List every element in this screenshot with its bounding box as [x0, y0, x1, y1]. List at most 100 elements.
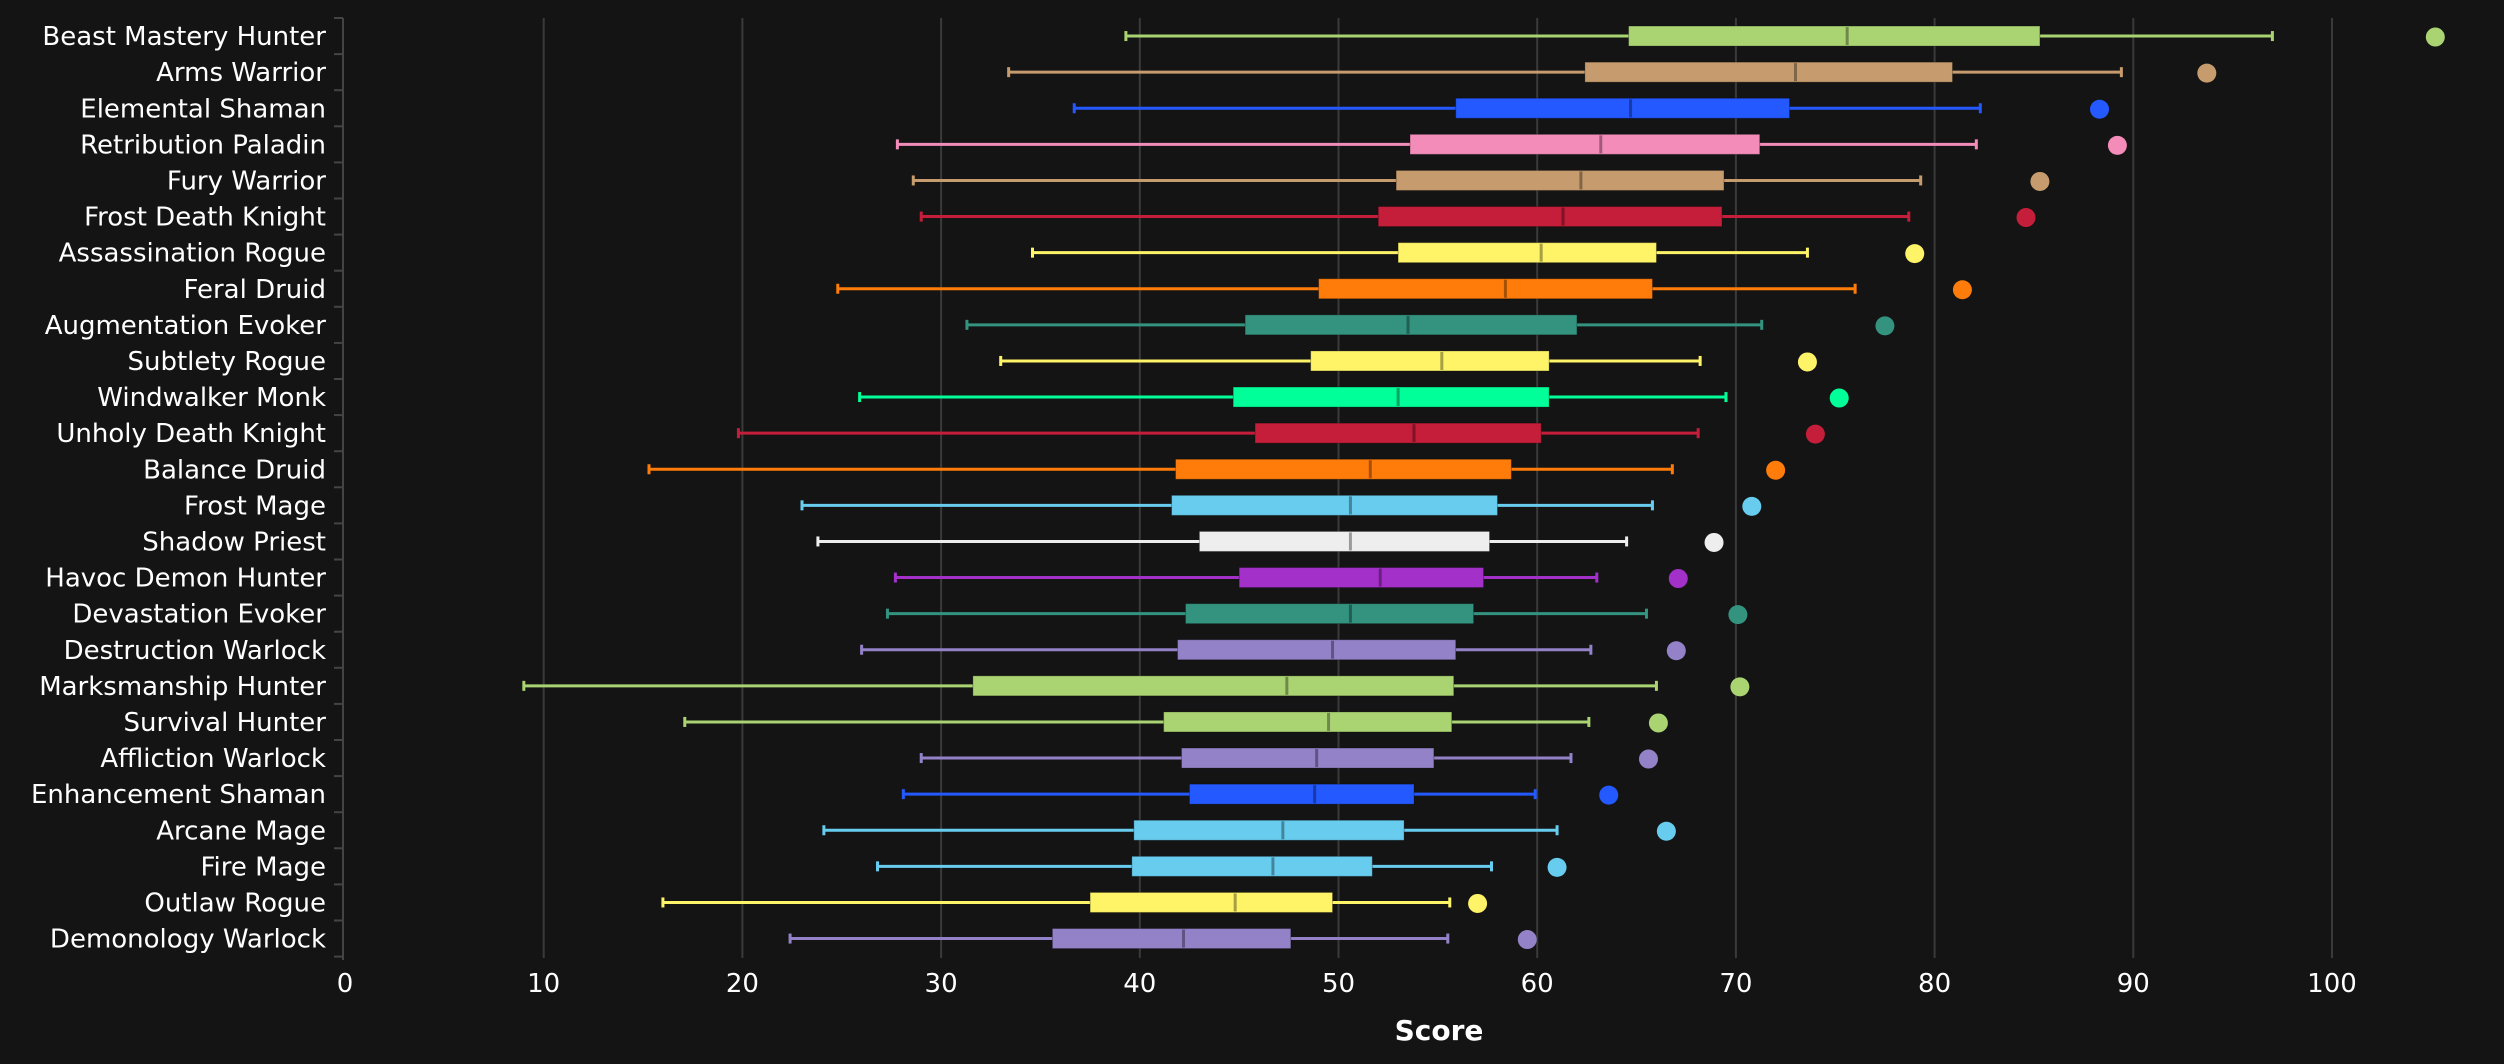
category-label: Feral Druid: [183, 275, 326, 305]
x-tick-label: 30: [925, 969, 958, 999]
category-label: Shadow Priest: [142, 527, 326, 557]
x-tick-label: 0: [337, 969, 354, 999]
x-tick-label: 40: [1123, 969, 1156, 999]
grid-lines: [542, 18, 2333, 958]
max-point: [1668, 569, 1688, 589]
box-row: [858, 386, 1849, 408]
category-label: Marksmanship Hunter: [39, 672, 326, 702]
box-row: [895, 133, 2127, 155]
category-label: Elemental Shaman: [80, 94, 326, 124]
box-row: [1072, 97, 2110, 119]
box-row: [800, 494, 1762, 516]
box-row: [911, 169, 2050, 191]
category-label: Survival Hunter: [124, 708, 327, 738]
iqr-box: [1232, 386, 1550, 408]
iqr-box: [1455, 97, 1791, 119]
category-label: Subtlety Rogue: [127, 347, 326, 377]
box-row: [836, 278, 1972, 300]
category-label: Havoc Demon Hunter: [45, 564, 326, 594]
category-label: Assassination Rogue: [59, 239, 326, 269]
iqr-box: [1171, 494, 1498, 516]
iqr-box: [1584, 61, 1953, 83]
iqr-box: [1409, 133, 1761, 155]
max-point: [2107, 135, 2127, 155]
max-point: [2016, 208, 2036, 228]
iqr-box: [1238, 567, 1485, 589]
max-point: [1468, 893, 1488, 913]
box-row: [893, 567, 1688, 589]
box-row: [522, 675, 1750, 697]
max-point: [1638, 749, 1658, 769]
max-point: [1517, 930, 1537, 950]
iqr-box: [1628, 25, 2041, 47]
box-row: [965, 314, 1895, 336]
x-tick-label: 60: [1521, 969, 1554, 999]
max-point: [1656, 821, 1676, 841]
box-row: [876, 855, 1567, 877]
box-row: [999, 350, 1817, 372]
max-point: [1829, 388, 1849, 408]
max-point: [1875, 316, 1895, 336]
category-label: Frost Mage: [184, 491, 326, 521]
iqr-box: [1181, 747, 1435, 769]
iqr-box: [1377, 206, 1723, 228]
category-label: Fire Mage: [200, 852, 326, 882]
category-label: Destruction Warlock: [64, 636, 326, 666]
max-point: [2090, 99, 2110, 119]
iqr-box: [1163, 711, 1453, 733]
iqr-box: [1185, 603, 1475, 625]
max-point: [1666, 641, 1686, 661]
x-axis-title: Score: [1395, 1014, 1484, 1047]
box-row: [860, 639, 1686, 661]
category-label: Augmentation Evoker: [45, 311, 327, 341]
box-row: [788, 928, 1537, 950]
box-row: [816, 530, 1724, 552]
iqr-box: [1198, 530, 1491, 552]
category-label: Frost Death Knight: [84, 203, 326, 233]
max-point: [1766, 460, 1786, 480]
category-label: Demonology Warlock: [50, 925, 326, 955]
box-row: [919, 747, 1658, 769]
box-row: [1031, 242, 1925, 264]
box-row: [1124, 25, 2445, 47]
max-point: [2030, 171, 2050, 191]
iqr-box: [1175, 458, 1512, 480]
x-tick-label: 100: [2307, 969, 2357, 999]
box-row: [1007, 61, 2217, 83]
box-row: [736, 422, 1825, 444]
category-label: Arms Warrior: [156, 58, 326, 88]
category-label: Enhancement Shaman: [31, 780, 326, 810]
max-point: [1952, 280, 1972, 300]
max-point: [1547, 857, 1567, 877]
x-tick-label: 70: [1719, 969, 1752, 999]
box-row: [661, 891, 1488, 913]
x-tick-label: 10: [527, 969, 560, 999]
category-label: Retribution Paladin: [80, 130, 326, 160]
max-point: [1704, 532, 1724, 552]
box-row: [901, 783, 1619, 805]
max-point: [1730, 677, 1750, 697]
max-point: [1599, 785, 1619, 805]
x-tick-label: 80: [1918, 969, 1951, 999]
category-label: Balance Druid: [143, 455, 326, 485]
max-point: [1905, 244, 1925, 264]
max-point: [1797, 352, 1817, 372]
box-row: [647, 458, 1786, 480]
category-label: Fury Warrior: [167, 166, 326, 196]
box-plot-chart: Beast Mastery Hunter Arms Warrior Elementa…: [31, 17, 2445, 1047]
max-point: [1648, 713, 1668, 733]
max-point: [1728, 605, 1748, 625]
y-axis: [334, 17, 344, 960]
category-label: Windwalker Monk: [97, 383, 326, 413]
category-label: Affliction Warlock: [100, 744, 326, 774]
x-tick-label: 90: [2117, 969, 2150, 999]
iqr-box: [1177, 639, 1457, 661]
category-label: Beast Mastery Hunter: [42, 22, 326, 52]
category-labels: Beast Mastery Hunter Arms Warrior Elementa…: [31, 22, 327, 955]
iqr-box: [1051, 928, 1292, 950]
iqr-box: [1244, 314, 1578, 336]
x-tick-label: 20: [726, 969, 759, 999]
iqr-box: [1188, 783, 1415, 805]
iqr-box: [1254, 422, 1542, 444]
iqr-box: [1395, 169, 1725, 191]
